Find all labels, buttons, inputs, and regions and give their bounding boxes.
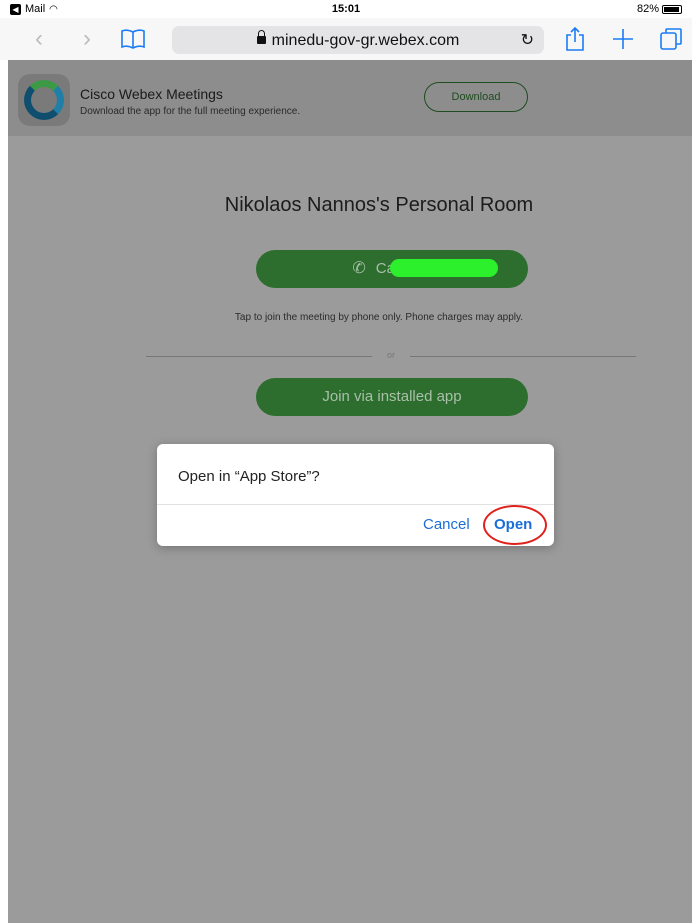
call-button[interactable]: ✆Call: 30- bbox=[256, 250, 528, 288]
bookmarks-icon[interactable] bbox=[118, 24, 148, 54]
divider-or-text: or bbox=[386, 350, 395, 360]
banner-subtitle: Download the app for the full meeting ex… bbox=[80, 106, 301, 117]
status-bar: ◀ Mail ◠ 15:01 82% bbox=[0, 0, 692, 18]
ipad-screen: ◀ Mail ◠ 15:01 82% ‹ › minedu-gov-gr.web… bbox=[0, 0, 692, 923]
phone-icon: ✆ bbox=[352, 260, 366, 277]
app-banner: Cisco Webex Meetings Download the app fo… bbox=[8, 60, 692, 136]
reload-icon[interactable]: ↻ bbox=[521, 30, 534, 50]
cancel-button[interactable]: Cancel bbox=[423, 516, 470, 533]
phone-note: Tap to join the meeting by phone only. P… bbox=[234, 312, 524, 323]
new-tab-icon[interactable] bbox=[608, 24, 638, 54]
status-time: 15:01 bbox=[331, 3, 361, 15]
banner-title: Cisco Webex Meetings bbox=[80, 86, 223, 102]
battery-percent: 82% bbox=[636, 3, 659, 15]
share-icon[interactable] bbox=[560, 24, 590, 54]
tabs-icon[interactable] bbox=[656, 24, 686, 54]
open-in-dialog: Open in “App Store”? Cancel Open bbox=[157, 444, 554, 546]
forward-icon[interactable]: › bbox=[72, 24, 102, 54]
lock-icon bbox=[256, 30, 266, 44]
download-button[interactable]: Download bbox=[424, 82, 528, 112]
battery-icon bbox=[662, 4, 682, 14]
join-installed-app-button[interactable]: Join via installed app bbox=[256, 378, 528, 416]
highlight-circle bbox=[483, 505, 547, 545]
dialog-message: Open in “App Store”? bbox=[178, 468, 320, 485]
redaction-mark bbox=[390, 259, 498, 277]
address-bar[interactable]: minedu-gov-gr.webex.com ↻ bbox=[172, 26, 544, 54]
back-icon[interactable]: ‹ bbox=[24, 24, 54, 54]
webex-logo-icon bbox=[18, 74, 70, 126]
safari-toolbar: ‹ › minedu-gov-gr.webex.com ↻ bbox=[0, 18, 692, 60]
url-text: minedu-gov-gr.webex.com bbox=[271, 32, 460, 49]
page-title: Nikolaos Nannos's Personal Room bbox=[224, 194, 534, 216]
dialog-divider bbox=[157, 504, 554, 505]
battery-indicator: 82% bbox=[637, 3, 682, 15]
or-divider: or bbox=[146, 350, 636, 362]
